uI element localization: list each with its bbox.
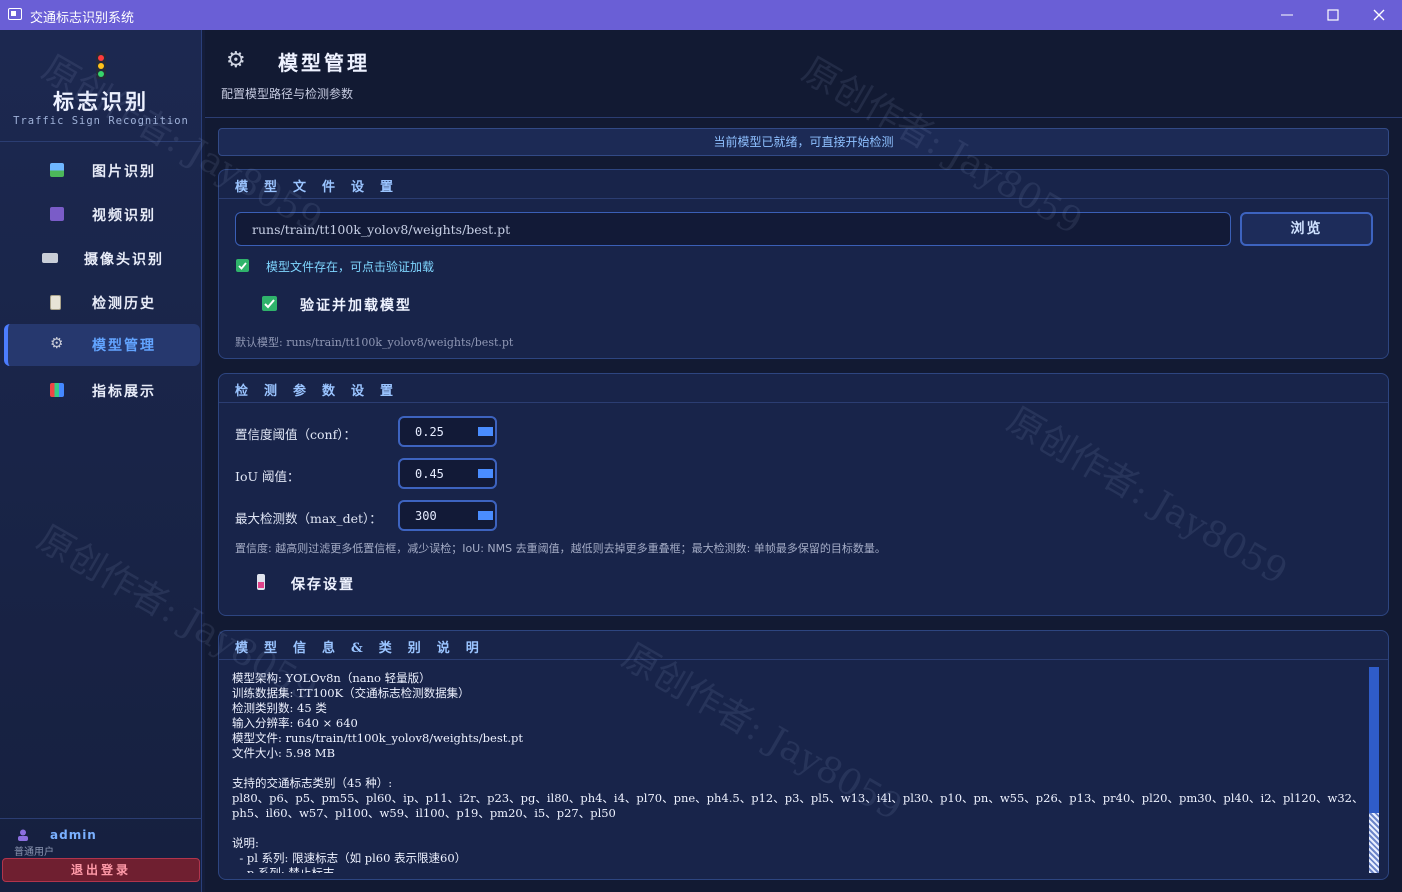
sidebar-item-image[interactable]: 图片识别 xyxy=(4,150,200,190)
close-button[interactable] xyxy=(1356,0,1402,30)
check-icon xyxy=(262,296,277,311)
detection-params-card: 检测参数设置 置信度阈值（conf）： 0.25 IoU 阈值： 0.45 最大… xyxy=(218,373,1389,616)
traffic-light-icon xyxy=(96,52,106,79)
check-icon xyxy=(236,259,249,272)
save-icon xyxy=(257,574,265,590)
status-banner: 当前模型已就绪，可直接开始检测 xyxy=(218,128,1389,156)
conf-spinbox[interactable]: 0.25 xyxy=(398,416,497,447)
brand-subtitle: Traffic Sign Recognition xyxy=(13,115,189,127)
save-settings-button[interactable]: 保存设置 xyxy=(255,570,385,600)
sidebar: 标志识别 Traffic Sign Recognition 图片识别 视频识别 … xyxy=(0,30,202,892)
verify-load-button[interactable]: 验证并加载模型 xyxy=(259,290,439,320)
conf-label: 置信度阈值（conf）： xyxy=(235,427,356,442)
app-icon xyxy=(8,8,22,20)
browse-button[interactable]: 浏览 xyxy=(1240,212,1373,246)
verify-load-label: 验证并加载模型 xyxy=(300,298,412,314)
window-title: 交通标志识别系统 xyxy=(30,11,135,26)
sidebar-item-history[interactable]: 检测历史 xyxy=(4,282,200,322)
spin-arrows-icon[interactable] xyxy=(478,511,493,520)
page-subtitle: 配置模型路径与检测参数 xyxy=(221,87,354,101)
model-info-card: 模型信息&类别说明 模型架构: YOLOv8n（nano 轻量版） 训练数据集:… xyxy=(218,630,1389,880)
minimize-button[interactable] xyxy=(1264,0,1310,30)
page-header: ⚙ 模型管理 配置模型路径与检测参数 xyxy=(205,30,1402,118)
iou-spinbox[interactable]: 0.45 xyxy=(398,458,497,489)
spin-arrows-icon[interactable] xyxy=(478,427,493,436)
maxdet-value: 300 xyxy=(415,509,437,523)
sidebar-item-model[interactable]: ⚙ 模型管理 xyxy=(4,324,200,366)
default-model-note: 默认模型: runs/train/tt100k_yolov8/weights/b… xyxy=(235,336,514,349)
model-path-input[interactable]: runs/train/tt100k_yolov8/weights/best.pt xyxy=(235,212,1231,246)
params-hint: 置信度: 越高则过滤更多低置信框，减少误检；IoU: NMS 去重阈值，越低则去… xyxy=(235,542,886,555)
app-window: 交通标志识别系统 标志识别 Traffic Sign Recognition 图… xyxy=(0,0,1402,892)
conf-value: 0.25 xyxy=(415,425,444,439)
user-role: 普通用户 xyxy=(14,847,54,858)
maximize-button[interactable] xyxy=(1310,0,1356,30)
brand: 标志识别 Traffic Sign Recognition xyxy=(0,30,202,142)
logout-button[interactable]: 退出登录 xyxy=(2,858,200,882)
model-exists-note: 模型文件存在，可点击验证加载 xyxy=(266,260,435,274)
sidebar-item-metrics[interactable]: 指标展示 xyxy=(4,370,200,410)
model-info-text[interactable]: 模型架构: YOLOv8n（nano 轻量版） 训练数据集: TT100K（交通… xyxy=(224,661,1384,873)
section-title: 模型信息&类别说明 xyxy=(235,641,495,656)
iou-label: IoU 阈值： xyxy=(235,469,300,484)
sidebar-item-camera[interactable]: 摄像头识别 xyxy=(4,238,200,278)
maxdet-label: 最大检测数（max_det）： xyxy=(235,511,382,526)
maxdet-spinbox[interactable]: 300 xyxy=(398,500,497,531)
section-title: 模型文件设置 xyxy=(235,180,410,195)
user-panel: admin 普通用户 退出登录 xyxy=(0,818,202,892)
info-scrollbar[interactable] xyxy=(1369,667,1379,873)
title-bar: 交通标志识别系统 xyxy=(0,0,1402,30)
maximize-icon xyxy=(1327,9,1339,21)
minimize-icon xyxy=(1281,14,1293,16)
model-file-card: 模型文件设置 runs/train/tt100k_yolov8/weights/… xyxy=(218,169,1389,359)
username: admin xyxy=(50,828,97,842)
page-title: 模型管理 xyxy=(278,51,370,75)
main-content: ⚙ 模型管理 配置模型路径与检测参数 当前模型已就绪，可直接开始检测 模型文件设… xyxy=(205,30,1402,892)
save-settings-label: 保存设置 xyxy=(291,577,355,593)
user-icon xyxy=(18,829,28,841)
section-title: 检测参数设置 xyxy=(235,384,410,399)
close-icon xyxy=(1373,9,1385,21)
brand-title: 标志识别 xyxy=(53,89,149,114)
spin-arrows-icon[interactable] xyxy=(478,469,493,478)
sidebar-item-video[interactable]: 视频识别 xyxy=(4,194,200,234)
iou-value: 0.45 xyxy=(415,467,444,481)
gear-icon: ⚙ xyxy=(226,48,246,73)
